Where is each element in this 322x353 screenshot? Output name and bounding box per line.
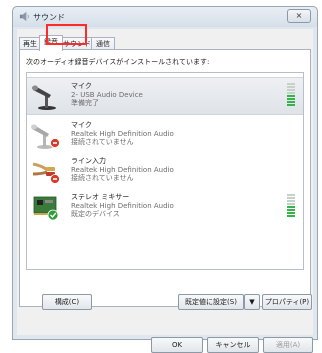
device-status: 既定のデバイス <box>71 210 120 218</box>
instruction-text: 次のオーディオ録音デバイスがインストールされています: <box>26 58 210 66</box>
microphone-icon <box>32 85 56 110</box>
device-info: マイク Realtek High Definition Audio 接続されてい… <box>71 121 174 147</box>
window-title: サウンド <box>33 13 65 22</box>
device-name: マイク <box>71 121 92 129</box>
device-name: ライン入力 <box>71 157 106 165</box>
device-info: ステレオ ミキサー Realtek High Definition Audio … <box>71 193 174 219</box>
apply-button[interactable]: 適用(A) <box>263 337 313 353</box>
device-name: マイク <box>71 82 92 90</box>
device-realtek-microphone[interactable]: マイク Realtek High Definition Audio 接続されてい… <box>27 117 303 153</box>
sound-card-icon <box>33 196 59 221</box>
ok-button[interactable]: OK <box>151 337 203 353</box>
line-in-cable-icon <box>32 162 60 184</box>
device-list[interactable]: マイク 2- USB Audio Device 準備完了 マイク Realtek… <box>26 72 304 270</box>
device-line-in[interactable]: ライン入力 Realtek High Definition Audio 接続され… <box>27 153 303 189</box>
microphone-disconnected-icon <box>31 124 60 149</box>
highlight-box <box>46 24 87 45</box>
set-default-dropdown[interactable]: ▼ <box>244 294 260 310</box>
device-info: ライン入力 Realtek High Definition Audio 接続され… <box>71 157 174 183</box>
speaker-icon <box>19 11 29 22</box>
device-stereo-mixer[interactable]: ステレオ ミキサー Realtek High Definition Audio … <box>27 189 303 225</box>
device-driver: Realtek High Definition Audio <box>71 201 174 210</box>
level-meter <box>287 194 295 220</box>
recording-panel: 次のオーディオ録音デバイスがインストールされています: マイク 2- USB A… <box>19 49 312 310</box>
dialog-body: 再生 録音 サウンド 通信 次のオーディオ録音デバイスがインストールされています… <box>17 29 313 353</box>
configure-button[interactable]: 構成(C) <box>42 294 92 310</box>
device-driver: Realtek High Definition Audio <box>71 165 174 174</box>
cancel-button[interactable]: キャンセル <box>207 337 259 353</box>
device-info: マイク 2- USB Audio Device 準備完了 <box>71 82 143 108</box>
device-usb-microphone[interactable]: マイク 2- USB Audio Device 準備完了 <box>27 77 303 115</box>
level-meter <box>287 83 295 109</box>
device-driver: 2- USB Audio Device <box>71 90 143 99</box>
device-status: 接続されていません <box>71 174 134 182</box>
sound-dialog: サウンド × 再生 録音 サウンド 通信 次のオーディオ録音デバイスがインストー… <box>12 6 318 353</box>
close-button[interactable]: × <box>287 9 311 23</box>
device-name: ステレオ ミキサー <box>71 193 130 201</box>
properties-button[interactable]: プロパティ(P) <box>262 294 312 310</box>
device-status: 接続されていません <box>71 138 134 146</box>
device-status: 準備完了 <box>71 99 99 107</box>
device-driver: Realtek High Definition Audio <box>71 129 174 138</box>
set-default-button[interactable]: 既定値に設定(S) <box>178 294 244 310</box>
